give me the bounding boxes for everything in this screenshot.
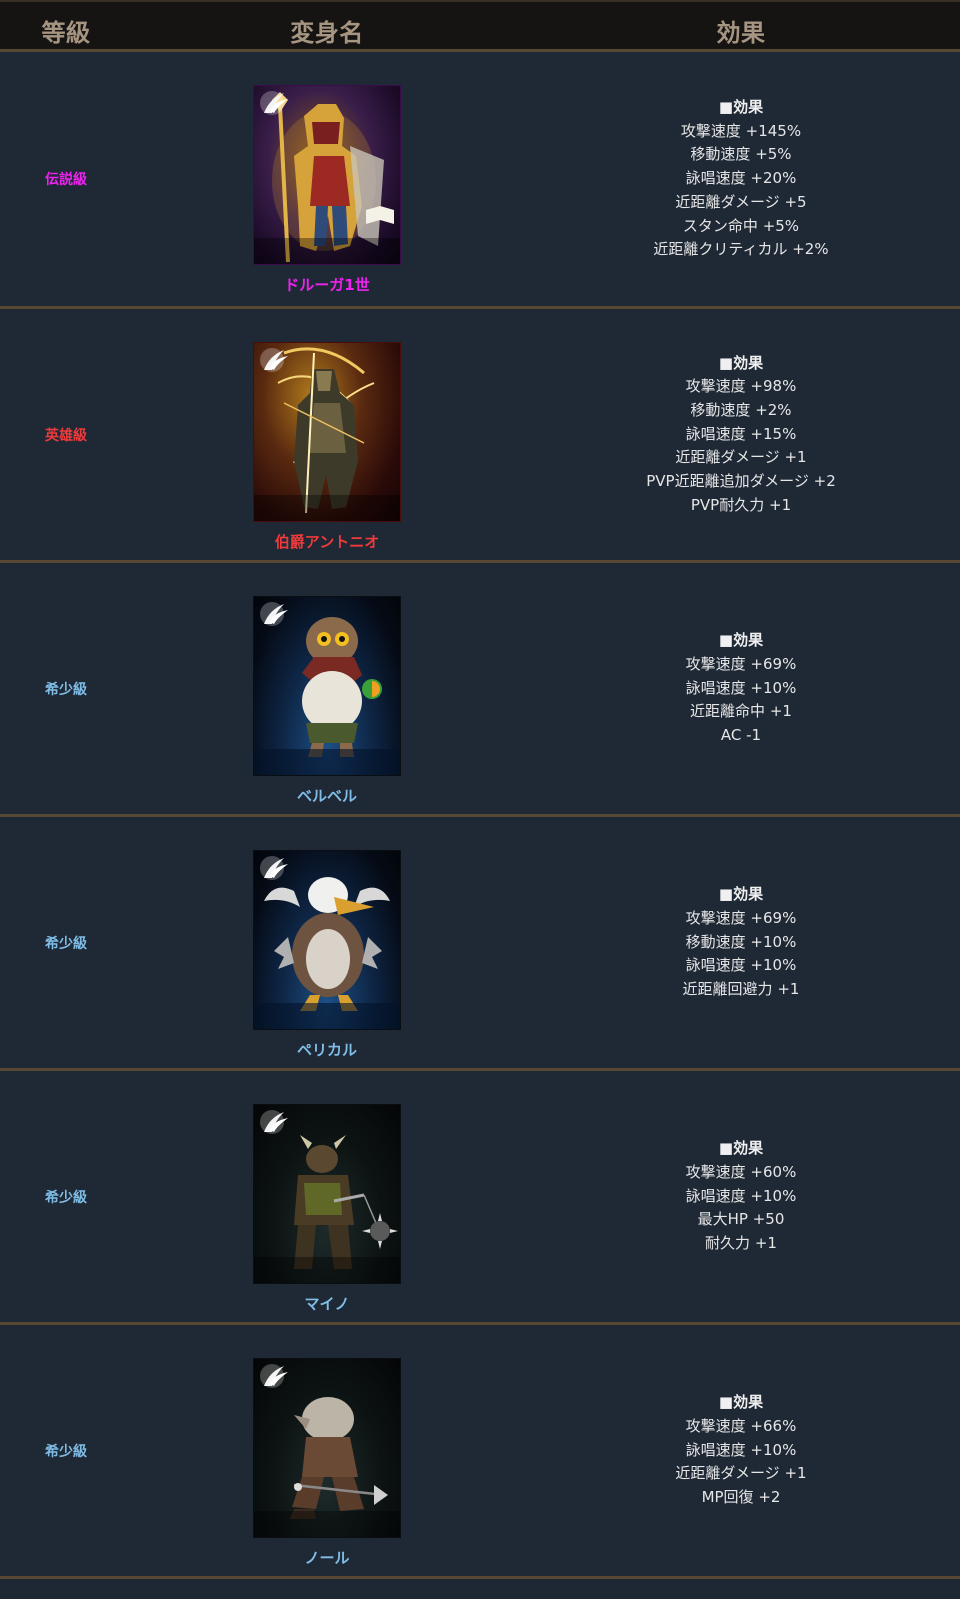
effect-line: 近距離ダメージ +1 — [675, 1464, 807, 1483]
effect-line: PVP近距離追加ダメージ +2 — [646, 472, 836, 491]
table-header: 等級 変身名 効果 — [0, 0, 960, 52]
transformation-portrait[interactable] — [253, 850, 401, 1030]
effect-line: 攻撃速度 +60% — [685, 1162, 797, 1181]
effect-line: 攻撃速度 +69% — [685, 654, 797, 673]
effect-cell: ■効果 攻撃速度 +69% 詠唱速度 +10% 近距離命中 +1 AC -1 — [522, 563, 960, 814]
transformation-name[interactable]: マイノ — [132, 1293, 522, 1314]
transformation-portrait[interactable] — [253, 342, 401, 522]
table-row: 希少級 — [0, 817, 960, 1071]
grade-label: 希少級 — [45, 1443, 87, 1460]
name-cell: ペリカル — [132, 817, 522, 1068]
transformation-name[interactable]: ドルーガ1世 — [132, 274, 522, 295]
effect-line: 近距離ダメージ +5 — [675, 192, 807, 211]
feather-badge-icon — [260, 602, 288, 626]
feather-badge-icon — [260, 91, 288, 115]
table-row: 伝説級 ドルーガ1世 ■効果 攻撃速度 +145% 移動速度 +5% 詠唱速度 … — [0, 52, 960, 309]
effect-title: ■効果 — [718, 631, 764, 650]
effect-cell: ■効果 攻撃速度 +60% 詠唱速度 +10% 最大HP +50 耐久力 +1 — [522, 1071, 960, 1322]
effect-line: 最大HP +50 — [697, 1210, 785, 1229]
grade-label: 希少級 — [45, 1189, 87, 1206]
transformation-table: 等級 変身名 効果 伝説級 ドルーガ1世 ■効果 攻撃速度 +145% 移動速度… — [0, 0, 960, 1579]
effect-line: 近距離回避力 +1 — [682, 980, 800, 999]
effect-line: 近距離命中 +1 — [690, 702, 792, 721]
effect-line: 詠唱速度 +10% — [685, 956, 797, 975]
transformation-portrait[interactable] — [253, 596, 401, 776]
effect-line: 耐久力 +1 — [705, 1234, 777, 1253]
effect-line: PVP耐久力 +1 — [690, 495, 792, 514]
grade-label: 英雄級 — [45, 427, 87, 444]
table-row: 英雄級 伯爵アントニオ ■効果 攻撃速度 +98% 移動速度 +2% 詠唱速度 … — [0, 309, 960, 563]
effect-line: 攻撃速度 +145% — [680, 121, 802, 140]
name-cell: ドルーガ1世 — [132, 52, 522, 306]
feather-badge-icon — [260, 1110, 288, 1134]
effect-cell: ■効果 攻撃速度 +66% 詠唱速度 +10% 近距離ダメージ +1 MP回復 … — [522, 1325, 960, 1576]
table-row: 希少級 — [0, 563, 960, 817]
effect-line: 近距離クリティカル +2% — [653, 240, 829, 259]
feather-badge-icon — [260, 1364, 288, 1388]
effect-line: 移動速度 +10% — [685, 932, 797, 951]
effect-line: 攻撃速度 +98% — [685, 377, 797, 396]
effect-title: ■効果 — [718, 885, 764, 904]
transformation-portrait[interactable] — [253, 1358, 401, 1538]
effect-line: 移動速度 +2% — [690, 400, 792, 419]
effect-line: AC -1 — [720, 726, 762, 745]
effect-cell: ■効果 攻撃速度 +69% 移動速度 +10% 詠唱速度 +10% 近距離回避力… — [522, 817, 960, 1068]
feather-badge-icon — [260, 348, 288, 372]
effect-title: ■効果 — [718, 353, 764, 372]
effect-line: スタン命中 +5% — [682, 216, 800, 235]
transformation-portrait[interactable] — [253, 1104, 401, 1284]
transformation-name[interactable]: ベルベル — [132, 785, 522, 806]
effect-cell: ■効果 攻撃速度 +98% 移動速度 +2% 詠唱速度 +15% 近距離ダメージ… — [522, 309, 960, 560]
name-cell: ノール — [132, 1325, 522, 1576]
effect-line: 攻撃速度 +69% — [685, 908, 797, 927]
grade-label: 希少級 — [45, 681, 87, 698]
grade-label: 伝説級 — [45, 172, 87, 188]
name-cell: マイノ — [132, 1071, 522, 1322]
header-effect: 効果 — [716, 19, 766, 47]
transformation-name[interactable]: 伯爵アントニオ — [132, 531, 522, 552]
effect-title: ■効果 — [718, 1139, 764, 1158]
effect-line: MP回復 +2 — [701, 1488, 781, 1507]
grade-label: 希少級 — [45, 935, 87, 952]
name-cell: 伯爵アントニオ — [132, 309, 522, 560]
header-name: 変身名 — [290, 19, 364, 47]
effect-line: 近距離ダメージ +1 — [675, 448, 807, 467]
effect-line: 詠唱速度 +10% — [685, 678, 797, 697]
effect-line: 詠唱速度 +15% — [685, 424, 797, 443]
name-cell: ベルベル — [132, 563, 522, 814]
effect-line: 攻撃速度 +66% — [685, 1416, 797, 1435]
feather-badge-icon — [260, 856, 288, 880]
table-row: 希少級 — [0, 1071, 960, 1325]
effect-cell: ■効果 攻撃速度 +145% 移動速度 +5% 詠唱速度 +20% 近距離ダメー… — [522, 52, 960, 306]
transformation-name[interactable]: ペリカル — [132, 1039, 522, 1060]
transformation-portrait[interactable] — [253, 85, 401, 265]
effect-title: ■効果 — [718, 1393, 764, 1412]
header-grade: 等級 — [41, 19, 91, 47]
effect-line: 詠唱速度 +10% — [685, 1186, 797, 1205]
effect-line: 移動速度 +5% — [690, 145, 792, 164]
transformation-name[interactable]: ノール — [132, 1547, 522, 1568]
table-row: 希少級 — [0, 1325, 960, 1579]
effect-line: 詠唱速度 +20% — [685, 169, 797, 188]
effect-title: ■効果 — [718, 98, 764, 117]
effect-line: 詠唱速度 +10% — [685, 1440, 797, 1459]
